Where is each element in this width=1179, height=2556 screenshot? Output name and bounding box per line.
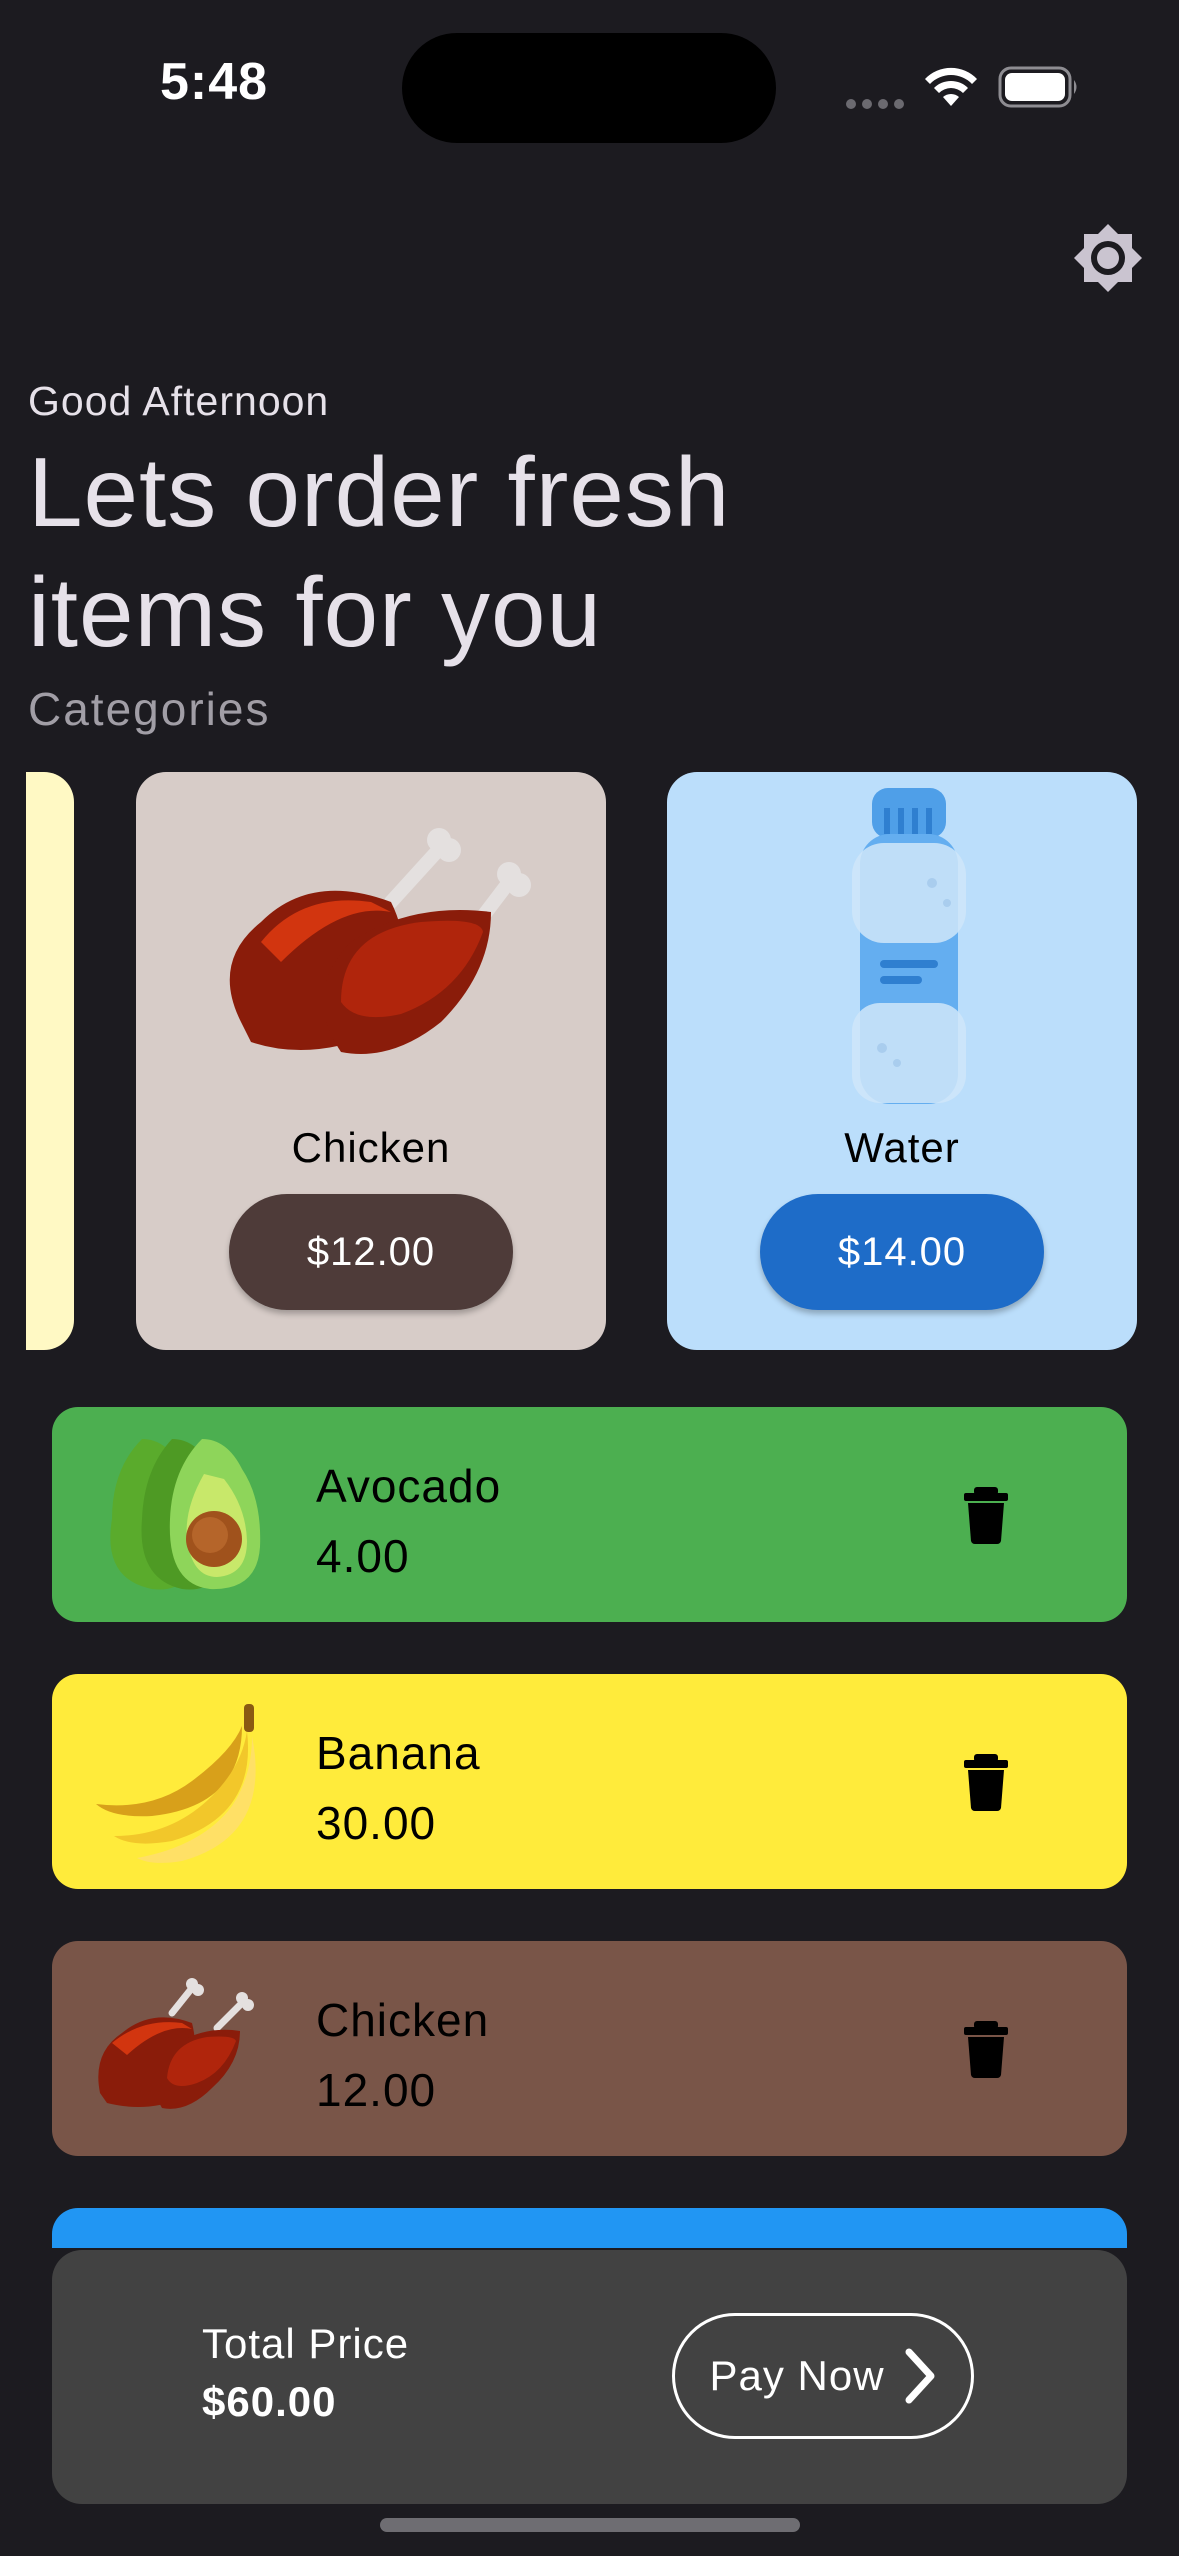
status-time: 5:48 [160, 53, 269, 111]
category-name: Water [844, 1124, 960, 1171]
page-title: Lets order fresh items for you [28, 437, 731, 667]
total-price-label: Total Price [202, 2320, 410, 2367]
cart-item-chicken[interactable]: Chicken 12.00 [52, 1941, 1127, 2156]
chicken-icon [98, 1978, 254, 2109]
water-bottle-icon [667, 788, 1137, 1104]
cart-item-price: 12.00 [316, 2064, 437, 2116]
chicken-icon [136, 792, 606, 1092]
banana-icon [96, 1704, 256, 1863]
avocado-icon [110, 1439, 261, 1590]
category-card-chicken[interactable]: Chicken $12.00 [136, 772, 606, 1350]
cart-item-name: Banana [316, 1727, 481, 1779]
add-to-cart-button[interactable]: $12.00 [229, 1194, 513, 1310]
cart-item-price: 4.00 [316, 1530, 410, 1582]
total-price-value: $60.00 [202, 2378, 337, 2425]
cart-item-partial[interactable] [52, 2208, 1127, 2248]
dynamic-island [402, 33, 776, 143]
battery-icon [998, 66, 1077, 108]
cart-item-avocado[interactable]: Avocado 4.00 [52, 1407, 1127, 1622]
cart-item-name: Chicken [316, 1994, 490, 2046]
cart-item-name: Avocado [316, 1460, 502, 1512]
category-name: Chicken [291, 1124, 451, 1171]
delete-icon[interactable] [956, 1485, 1016, 1545]
brightness-icon[interactable] [1070, 222, 1146, 298]
checkout-bar: Total Price $60.00 Pay Now [52, 2250, 1127, 2504]
delete-icon[interactable] [956, 2019, 1016, 2079]
delete-icon[interactable] [956, 1752, 1016, 1812]
category-card-water[interactable]: Water $14.00 [667, 772, 1137, 1350]
chevron-right-icon [905, 2348, 935, 2404]
home-indicator[interactable] [380, 2518, 800, 2532]
pay-now-button[interactable]: Pay Now [672, 2313, 974, 2439]
categories-label: Categories [28, 683, 271, 735]
cellular-signal-icon [846, 96, 910, 114]
pay-now-label: Pay Now [709, 2352, 885, 2399]
greeting-text: Good Afternoon [28, 378, 330, 424]
wifi-icon [925, 67, 977, 106]
add-to-cart-button[interactable]: $14.00 [760, 1194, 1044, 1310]
cart-item-banana[interactable]: Banana 30.00 [52, 1674, 1127, 1889]
category-card-partial[interactable] [26, 772, 74, 1350]
cart-item-price: 30.00 [316, 1797, 437, 1849]
